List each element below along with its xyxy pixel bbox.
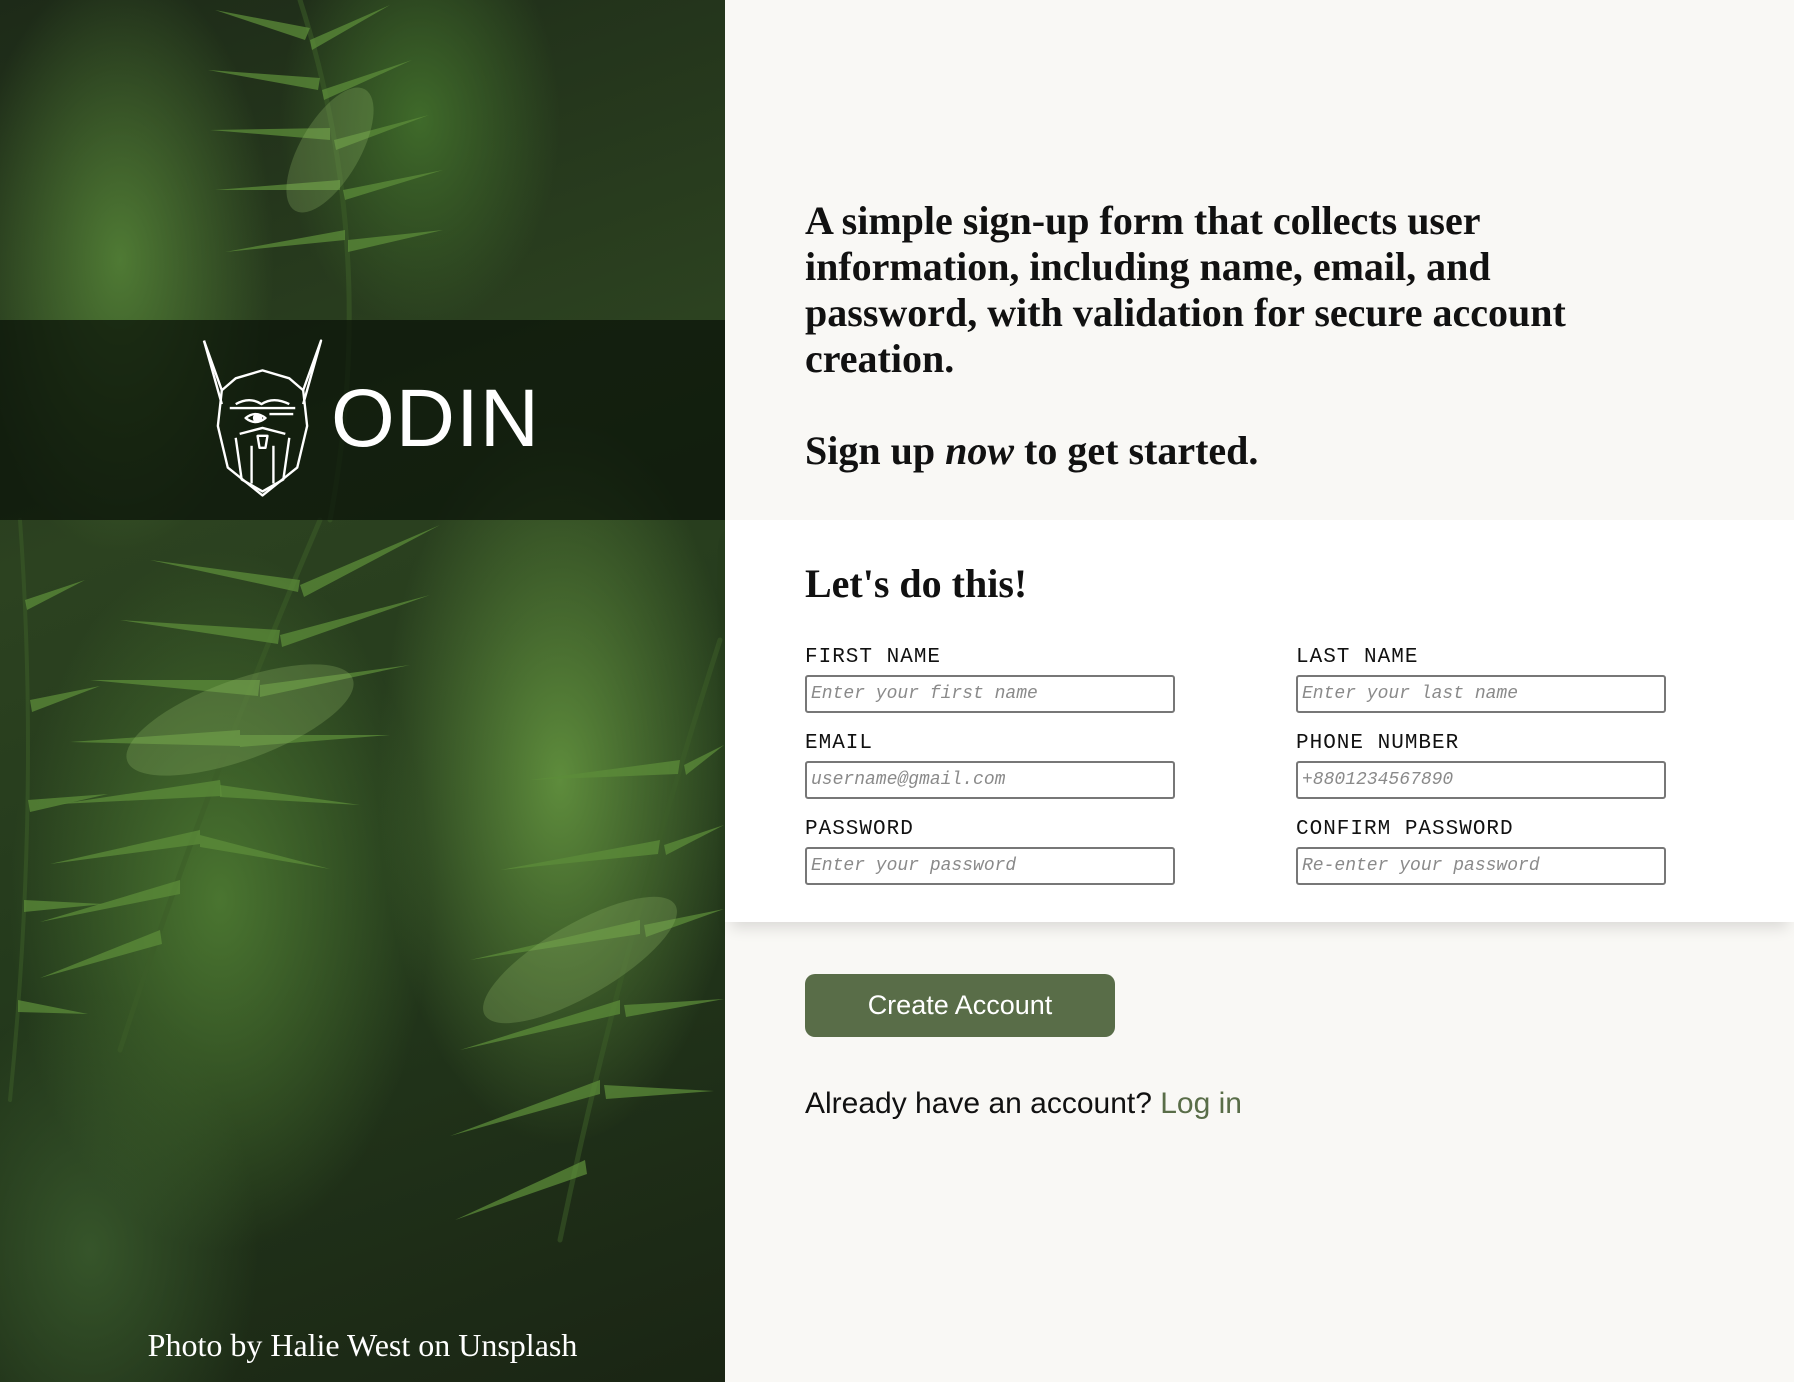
phone-field: PHONE NUMBER <box>1296 731 1666 799</box>
last-name-label: LAST NAME <box>1296 646 1419 669</box>
email-label: EMAIL <box>805 732 874 755</box>
intro-description: A simple sign-up form that collects user… <box>805 198 1566 381</box>
email-input[interactable] <box>805 761 1175 799</box>
form-title: Let's do this! <box>805 561 1028 606</box>
last-name-input[interactable] <box>1296 675 1666 713</box>
first-name-label: FIRST NAME <box>805 646 942 669</box>
password-label: PASSWORD <box>805 818 914 841</box>
create-account-button[interactable]: Create Account <box>805 974 1115 1037</box>
email-field: EMAIL <box>805 731 1175 799</box>
brand-logo: ODIN <box>200 334 540 504</box>
cta-text-start: Sign up <box>805 428 946 473</box>
login-prompt-text: Already have an account? <box>805 1087 1161 1120</box>
viking-helmet-logo-icon <box>202 339 323 497</box>
login-prompt: Already have an account? Log in <box>805 1087 1242 1121</box>
confirm-password-input[interactable] <box>1296 847 1666 885</box>
confirm-password-field: CONFIRM PASSWORD <box>1296 817 1666 885</box>
first-name-input[interactable] <box>805 675 1175 713</box>
fern-photo-panel: ODIN Photo by Halie West on Unsplash <box>0 0 725 1382</box>
signup-page: ODIN Photo by Halie West on Unsplash A s… <box>0 0 1794 1382</box>
password-input[interactable] <box>805 847 1175 885</box>
cta-text-end: to get started. <box>1014 428 1259 473</box>
confirm-password-label: CONFIRM PASSWORD <box>1296 818 1514 841</box>
phone-label: PHONE NUMBER <box>1296 732 1460 755</box>
login-link[interactable]: Log in <box>1160 1087 1242 1120</box>
intro-call-to-action: Sign up now to get started. <box>805 428 1258 474</box>
fern-background-image <box>8 0 724 1243</box>
photo-credit: Photo by Halie West on Unsplash <box>147 1327 578 1363</box>
last-name-field: LAST NAME <box>1296 645 1666 713</box>
logo-wordmark: ODIN <box>331 373 540 464</box>
first-name-field: FIRST NAME <box>805 645 1175 713</box>
phone-input[interactable] <box>1296 761 1666 799</box>
cta-emphasis: now <box>945 428 1015 473</box>
signup-form-card: Let's do this! FIRST NAME LAST NAME EMAI… <box>725 520 1794 922</box>
password-field: PASSWORD <box>805 817 1175 885</box>
